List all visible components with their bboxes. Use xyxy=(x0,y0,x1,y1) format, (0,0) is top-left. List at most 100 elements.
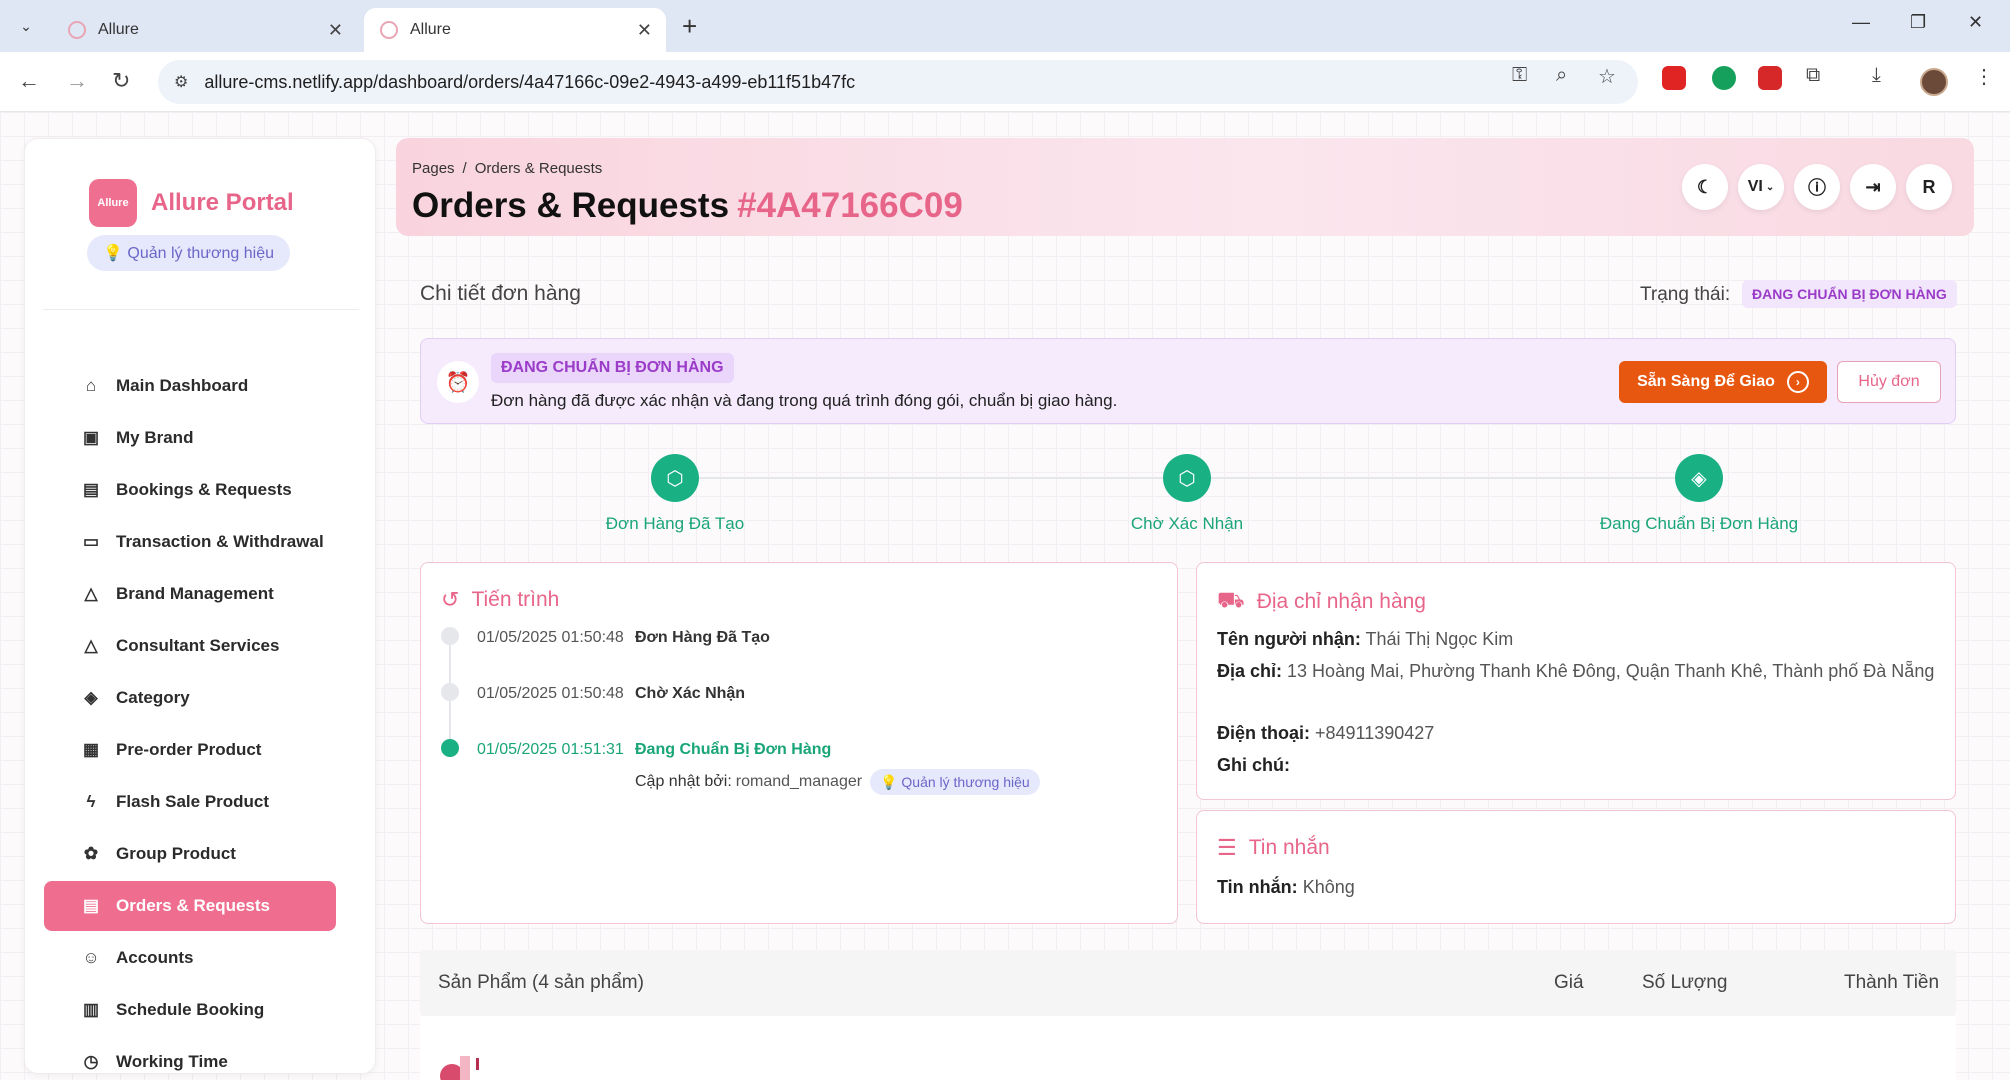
window-close-icon[interactable]: ✕ xyxy=(1968,12,1983,33)
timeline-time: 01/05/2025 01:51:31 xyxy=(477,741,624,758)
recipient-phone: Điện thoại: +84911390427 xyxy=(1217,719,1957,747)
sidebar-item-label: Pre-order Product xyxy=(116,740,262,759)
total-column-header: Thành Tiền xyxy=(1844,972,1940,993)
url-text[interactable]: allure-cms.netlify.app/dashboard/orders/… xyxy=(204,72,855,93)
user-avatar[interactable]: R xyxy=(1906,164,1952,210)
sidebar-item-main-dashboard[interactable]: ⌂ Main Dashboard xyxy=(44,361,336,411)
tab-search-icon[interactable]: ⌄ xyxy=(12,12,40,40)
timeline-time: 01/05/2025 01:50:48 xyxy=(477,629,624,646)
grammarly-extension-icon[interactable] xyxy=(1712,66,1736,90)
dark-mode-moon-icon[interactable]: ☾ xyxy=(1682,164,1728,210)
shield-extension-icon[interactable] xyxy=(1758,66,1782,90)
breadcrumb-root[interactable]: Pages xyxy=(412,160,455,177)
schedule-icon: ▥ xyxy=(82,1000,100,1019)
status-badge: ĐANG CHUẨN BỊ ĐƠN HÀNG xyxy=(1742,280,1957,308)
brand-management-icon: △ xyxy=(84,584,98,603)
sidebar-item-flash-sale[interactable]: ϟ Flash Sale Product xyxy=(44,777,336,827)
bolt-icon: ϟ xyxy=(86,792,96,811)
recipient-phone-value: +84911390427 xyxy=(1315,723,1435,743)
sidebar-item-group-product[interactable]: ✿ Group Product xyxy=(44,829,336,879)
sidebar-item-my-brand[interactable]: ▣ My Brand xyxy=(44,413,336,463)
omnibox[interactable]: ⚙ allure-cms.netlify.app/dashboard/order… xyxy=(158,60,1638,104)
sidebar-item-label: My Brand xyxy=(116,428,194,447)
reload-icon[interactable]: ↻ xyxy=(112,68,130,94)
timeline-event: Chờ Xác Nhận xyxy=(635,685,746,702)
ready-to-ship-label: Sẵn Sàng Để Giao xyxy=(1637,373,1775,390)
browser-tab-bar: ⌄ Allure ✕ Allure ✕ + — ❐ ✕ xyxy=(0,0,2010,52)
allure-favicon-icon xyxy=(68,21,86,39)
person-icon: ☺ xyxy=(82,948,100,967)
sidebar-item-label: Working Time xyxy=(116,1052,228,1071)
tab-title: Allure xyxy=(410,21,451,38)
package-icon: ⬡ xyxy=(651,454,699,502)
timeline-dot xyxy=(441,627,459,645)
alert-message: Đơn hàng đã được xác nhận và đang trong … xyxy=(491,391,1118,410)
consultant-icon: △ xyxy=(84,636,98,655)
cancel-order-button[interactable]: Hủy đơn xyxy=(1837,361,1941,403)
sidebar-item-label: Brand Management xyxy=(116,584,274,603)
sidebar-item-label: Accounts xyxy=(116,948,194,967)
updated-by-user: romand_manager xyxy=(735,773,863,790)
ready-to-ship-button[interactable]: Sẵn Sàng Để Giao › xyxy=(1619,361,1827,403)
close-tab-icon[interactable]: ✕ xyxy=(637,20,652,41)
step-created: ⬡ Đơn Hàng Đã Tạo xyxy=(515,454,835,534)
alarm-siren-icon: ⏰ xyxy=(437,361,479,403)
message-value: Không xyxy=(1302,877,1355,897)
sidebar-item-schedule-booking[interactable]: ▥ Schedule Booking xyxy=(44,985,336,1035)
zoom-icon[interactable]: ⌕ xyxy=(1556,64,1567,87)
sidebar-item-label: Flash Sale Product xyxy=(116,792,270,811)
logout-icon[interactable]: ⇥ xyxy=(1850,164,1896,210)
info-icon[interactable]: ⓘ xyxy=(1794,164,1840,210)
timeline-dot xyxy=(441,683,459,701)
shipping-address-card: ⛟ Địa chỉ nhận hàng Tên người nhận: Thái … xyxy=(1196,562,1956,800)
sidebar-item-pre-order[interactable]: ▦ Pre-order Product xyxy=(44,725,336,775)
shipping-title-text: Địa chỉ nhận hàng xyxy=(1256,589,1426,613)
sidebar-item-bookings[interactable]: ▤ Bookings & Requests xyxy=(44,465,336,515)
address-bar-row: ← → ↻ ⚙ allure-cms.netlify.app/dashboard… xyxy=(0,52,2010,112)
logo[interactable]: Allure xyxy=(89,179,137,227)
sidebar-item-label: Bookings & Requests xyxy=(116,480,292,499)
sidebar-item-label: Category xyxy=(116,688,190,707)
timeline-event: Đang Chuẩn Bị Đơn Hàng xyxy=(635,741,832,758)
close-tab-icon[interactable]: ✕ xyxy=(328,20,343,41)
language-select[interactable]: VI ⌄ xyxy=(1738,164,1784,210)
recipient-note: Ghi chú: xyxy=(1217,751,1957,779)
browser-tab-active[interactable]: Allure ✕ xyxy=(364,8,666,52)
sidebar-item-working-time[interactable]: ◷ Working Time xyxy=(44,1037,336,1080)
sidebar-item-category[interactable]: ◈ Category xyxy=(44,673,336,723)
layers-icon: ◈ xyxy=(1675,454,1723,502)
portal-name: Allure Portal xyxy=(151,189,294,216)
password-key-icon[interactable]: ⚿ xyxy=(1512,64,1527,87)
sidebar-item-accounts[interactable]: ☺ Accounts xyxy=(44,933,336,983)
extensions-puzzle-icon[interactable]: ⧉ xyxy=(1806,64,1820,87)
forward-icon[interactable]: → xyxy=(66,68,88,94)
sidebar-item-label: Transaction & Withdrawal xyxy=(116,532,324,551)
sidebar-item-brand-management[interactable]: △ Brand Management xyxy=(44,569,336,619)
download-icon[interactable]: ⤓ xyxy=(1872,64,1881,87)
youtube-extension-icon[interactable] xyxy=(1662,66,1686,90)
step-label: Đơn Hàng Đã Tạo xyxy=(605,514,745,533)
sidebar-item-label: Orders & Requests xyxy=(116,896,270,915)
message-title-text: Tin nhắn xyxy=(1248,836,1330,859)
back-icon[interactable]: ← xyxy=(18,68,40,94)
restore-icon[interactable]: ❐ xyxy=(1910,12,1926,33)
new-tab-icon[interactable]: + xyxy=(682,12,697,40)
minimize-icon[interactable]: — xyxy=(1852,12,1870,33)
product-thumbnail[interactable] xyxy=(438,1054,482,1080)
brand-icon: ▣ xyxy=(82,428,100,447)
site-info-icon[interactable]: ⚙ xyxy=(174,72,188,92)
sidebar-item-consultant-services[interactable]: △ Consultant Services xyxy=(44,621,336,671)
home-icon: ⌂ xyxy=(85,376,97,395)
sidebar-item-transactions[interactable]: ▭ Transaction & Withdrawal xyxy=(44,517,336,567)
arrow-right-circle-icon: › xyxy=(1786,371,1809,393)
timeline-card: ↺ Tiến trình 01/05/2025 01:50:48 Đơn Hàng… xyxy=(420,562,1178,924)
sidebar-item-orders[interactable]: ▤ Orders & Requests xyxy=(44,881,336,931)
chevron-down-icon: ⌄ xyxy=(1765,181,1775,193)
browser-menu-icon[interactable]: ⋮ xyxy=(1974,64,1994,89)
bookmark-star-icon[interactable]: ☆ xyxy=(1598,64,1616,89)
status-label: Trạng thái: xyxy=(1640,284,1731,305)
browser-tab[interactable]: Allure ✕ xyxy=(52,8,357,52)
profile-avatar[interactable] xyxy=(1920,68,1948,96)
breadcrumb-separator: / xyxy=(462,160,467,177)
updated-by: Cập nhật bởi: romand_manager 💡 Quản lý t… xyxy=(635,769,1040,795)
